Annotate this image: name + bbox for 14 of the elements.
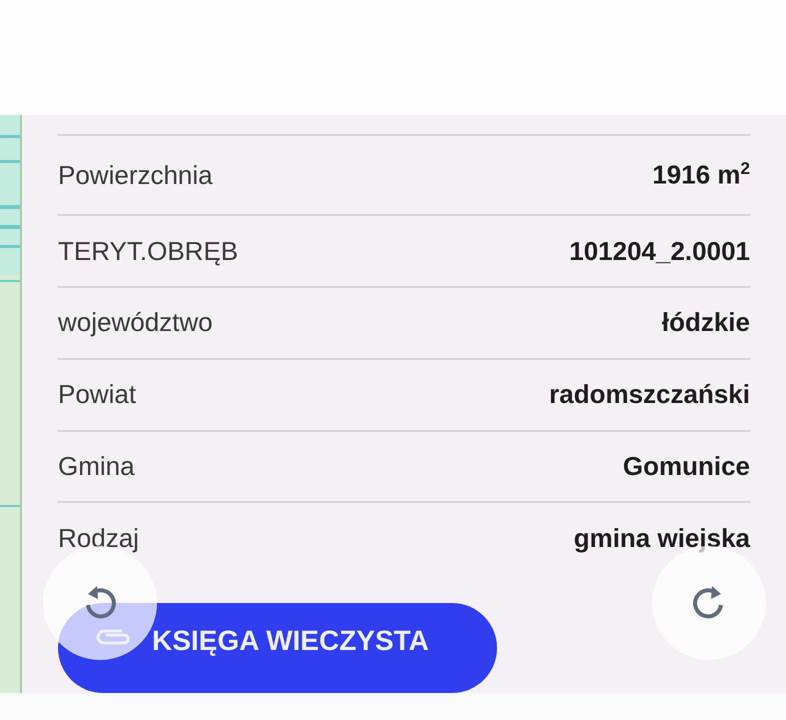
field-label: województwo [58,307,213,338]
field-value: radomszczański [549,379,750,410]
field-label: Powierzchnia [58,160,213,191]
field-value: łódzkie [662,307,750,338]
rotate-left-icon [83,585,117,621]
field-value: gmina wiejska [574,522,750,554]
field-value: Gomunice [622,450,750,482]
field-label: TERYT.OBRĘB [58,236,238,267]
field-label: Powiat [58,379,136,410]
field-label: Rodzaj [58,522,139,554]
field-value: 1916 m$^{2}$ [652,159,750,191]
rotate-right-icon [692,585,726,621]
field-label: Gmina [58,450,135,482]
field-value: 101204_2.0001 [569,236,750,267]
